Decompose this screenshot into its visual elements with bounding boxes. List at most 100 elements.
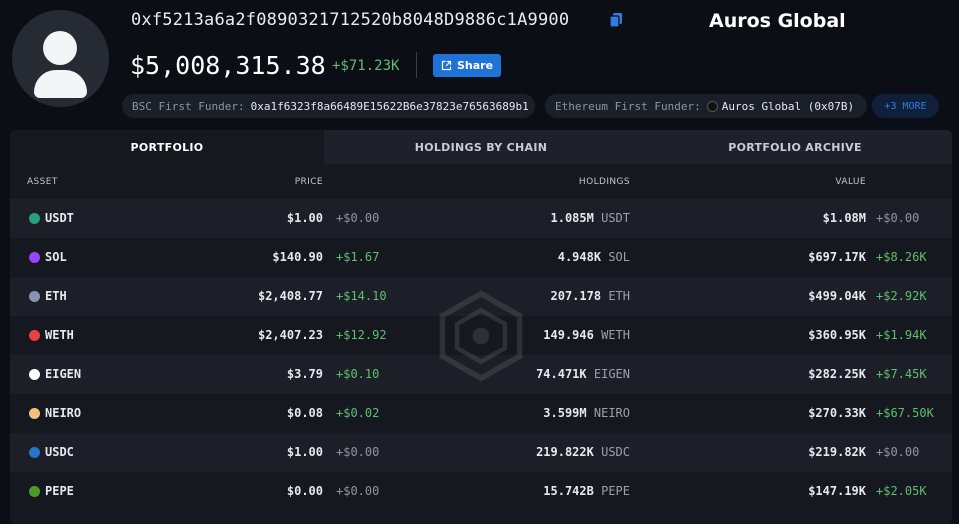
- tab-bar: PORTFOLIO HOLDINGS BY CHAIN PORTFOLIO AR…: [10, 130, 952, 164]
- usdc-icon: [29, 447, 40, 458]
- tab-holdings-by-chain[interactable]: HOLDINGS BY CHAIN: [324, 130, 638, 164]
- asset-name[interactable]: USDC: [45, 445, 74, 459]
- asset-name[interactable]: WETH: [45, 328, 74, 342]
- value-change: +$2.92K: [876, 289, 927, 303]
- avatar-head-shape: [43, 31, 77, 65]
- holding-amount: 4.948K SOL: [558, 250, 630, 264]
- value-change: +$0.00: [876, 445, 920, 459]
- asset-price: $0.00: [286, 484, 323, 498]
- eth-funder-value[interactable]: Auros Global (0x07B): [722, 100, 854, 113]
- share-button[interactable]: Share: [433, 54, 501, 77]
- holding-amount: 74.471K EIGEN: [536, 367, 630, 381]
- holding-value: $282.25K: [808, 367, 866, 381]
- column-header-price[interactable]: PRICE: [295, 177, 323, 187]
- holding-quantity: 3.599M: [543, 406, 587, 420]
- asset-name[interactable]: PEPE: [45, 484, 74, 498]
- price-change: +$0.00: [336, 445, 380, 459]
- asset-price: $140.90: [272, 250, 323, 264]
- holding-symbol: PEPE: [601, 484, 630, 498]
- holding-amount: 3.599M NEIRO: [543, 406, 630, 420]
- value-change: +$67.50K: [876, 406, 934, 420]
- wallet-address: 0xf5213a6a2f0890321712520b8048D9886c1A99…: [131, 10, 570, 30]
- value-change: +$2.05K: [876, 484, 927, 498]
- share-icon: [441, 60, 452, 71]
- asset-name[interactable]: EIGEN: [45, 367, 81, 381]
- table-header: ASSET PRICE HOLDINGS VALUE: [10, 164, 952, 199]
- bsc-funder-value[interactable]: 0xa1f6323f8a66489E15622B6e37823e76563689…: [251, 100, 529, 113]
- total-balance: $5,008,315.38: [130, 51, 326, 80]
- asset-price: $1.00: [286, 211, 323, 225]
- sol-icon: [29, 252, 40, 263]
- holding-value: $499.04K: [808, 289, 866, 303]
- asset-name[interactable]: NEIRO: [45, 406, 81, 420]
- holding-symbol: USDC: [601, 445, 630, 459]
- usdt-icon: [29, 213, 40, 224]
- table-row[interactable]: PEPE $0.00 +$0.00 15.742B PEPE $147.19K +$2.0…: [10, 472, 952, 511]
- value-change: +$0.00: [876, 211, 920, 225]
- header-divider: [416, 52, 417, 78]
- holding-amount: 149.946 WETH: [543, 328, 630, 342]
- holding-symbol: SOL: [608, 250, 630, 264]
- holding-quantity: 207.178: [550, 289, 602, 303]
- holding-value: $1.08M: [822, 211, 866, 225]
- column-header-asset[interactable]: ASSET: [27, 177, 58, 187]
- eigen-icon: [29, 369, 40, 380]
- eth-first-funder[interactable]: Ethereum First Funder: Auros Global (0x0…: [545, 94, 867, 118]
- balance-change: +$71.23K: [332, 58, 400, 74]
- column-header-value[interactable]: VALUE: [835, 177, 866, 187]
- holding-quantity: 74.471K: [536, 367, 587, 381]
- more-funders-button[interactable]: +3 MORE: [872, 94, 939, 118]
- asset-price: $3.79: [286, 367, 323, 381]
- entity-logo-icon: [706, 100, 718, 112]
- holding-value: $360.95K: [808, 328, 866, 342]
- holding-amount: 1.085M USDT: [551, 211, 631, 225]
- holding-symbol: NEIRO: [593, 406, 630, 420]
- asset-price: $2,407.23: [257, 328, 323, 342]
- table-row[interactable]: USDC $1.00 +$0.00 219.822K USDC $219.82K +$0.…: [10, 433, 952, 472]
- share-label: Share: [456, 59, 494, 72]
- tab-portfolio-archive[interactable]: PORTFOLIO ARCHIVE: [638, 130, 952, 164]
- eth-funder-label: Ethereum First Funder:: [555, 99, 701, 113]
- arkham-watermark-icon: [439, 290, 523, 382]
- portfolio-panel: PORTFOLIO HOLDINGS BY CHAIN PORTFOLIO AR…: [10, 130, 952, 524]
- holding-quantity: 149.946: [543, 328, 594, 342]
- holding-quantity: 1.085M: [550, 211, 594, 225]
- holding-value: $270.33K: [808, 406, 866, 420]
- column-header-holdings[interactable]: HOLDINGS: [579, 177, 630, 187]
- asset-name[interactable]: USDT: [45, 211, 74, 225]
- price-change: +$14.10: [336, 289, 387, 303]
- weth-icon: [29, 330, 40, 341]
- asset-name[interactable]: ETH: [45, 289, 67, 303]
- asset-name[interactable]: SOL: [45, 250, 67, 264]
- holding-value: $219.82K: [808, 445, 866, 459]
- holding-symbol: WETH: [601, 328, 630, 342]
- holding-quantity: 4.948K: [557, 250, 602, 264]
- asset-price: $2,408.77: [257, 289, 323, 303]
- price-change: +$12.92: [336, 328, 387, 342]
- table-row[interactable]: USDT $1.00 +$0.00 1.085M USDT $1.08M +$0.00: [10, 199, 952, 238]
- holding-symbol: USDT: [601, 211, 630, 225]
- bsc-funder-label: BSC First Funder:: [132, 99, 245, 113]
- pepe-icon: [29, 486, 40, 497]
- copy-icon[interactable]: [609, 12, 623, 28]
- entity-title: Auros Global: [709, 10, 846, 32]
- holding-value: $697.17K: [808, 250, 866, 264]
- table-row[interactable]: NEIRO $0.08 +$0.02 3.599M NEIRO $270.33K +$67…: [10, 394, 952, 433]
- value-change: +$8.26K: [876, 250, 927, 264]
- neiro-icon: [29, 408, 40, 419]
- value-change: +$1.94K: [876, 328, 927, 342]
- holding-amount: 15.742B PEPE: [543, 484, 630, 498]
- holding-quantity: 15.742B: [543, 484, 594, 498]
- bsc-first-funder[interactable]: BSC First Funder: 0xa1f6323f8a66489E1562…: [122, 94, 535, 118]
- tab-portfolio[interactable]: PORTFOLIO: [10, 130, 324, 164]
- table-row[interactable]: SOL $140.90 +$1.67 4.948K SOL $697.17K +$8.26…: [10, 238, 952, 277]
- holding-amount: 207.178 ETH: [551, 289, 631, 303]
- holding-value: $147.19K: [808, 484, 866, 498]
- holding-amount: 219.822K USDC: [536, 445, 630, 459]
- value-change: +$7.45K: [876, 367, 927, 381]
- holding-symbol: EIGEN: [593, 367, 630, 381]
- avatar-body-shape: [34, 70, 87, 98]
- price-change: +$0.10: [336, 367, 380, 381]
- price-change: +$0.02: [336, 406, 380, 420]
- price-change: +$1.67: [336, 250, 380, 264]
